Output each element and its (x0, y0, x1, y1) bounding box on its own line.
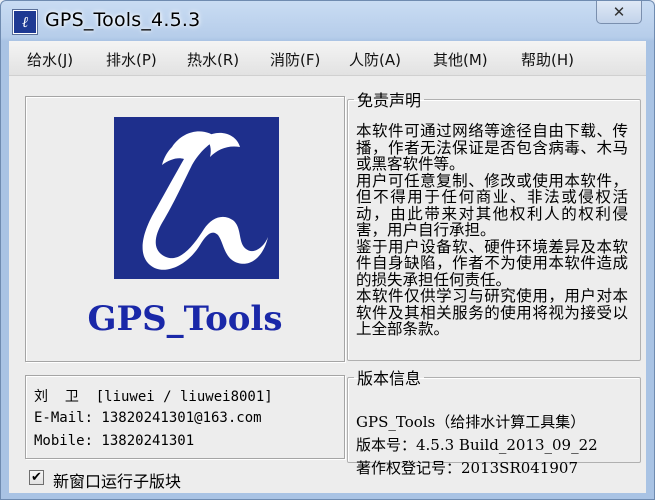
title-bar[interactable]: ℓ GPS_Tools_4.5.3 ✕ (1, 1, 654, 41)
close-button[interactable]: ✕ (596, 1, 642, 24)
menu-item-fire[interactable]: 消防(F) (270, 49, 320, 70)
menu-item-civil-defense[interactable]: 人防(A) (349, 49, 401, 70)
menu-bar: 给水(J) 排水(P) 热水(R) 消防(F) 人防(A) 其他(M) 帮助(H… (9, 41, 646, 76)
app-logo-icon[interactable]: ℓ (13, 10, 37, 34)
client-area: 给水(J) 排水(P) 热水(R) 消防(F) 人防(A) 其他(M) 帮助(H… (9, 41, 646, 493)
menu-item-water-supply[interactable]: 给水(J) (27, 49, 73, 70)
disclaimer-paragraph: 本软件可通过网络等途径自由下载、传播，作者无法保证是否包含病毒、木马或黑客软件等… (356, 122, 628, 173)
disclaimer-group: 免责声明 本软件可通过网络等途径自由下载、传播，作者无法保证是否包含病毒、木马或… (347, 87, 641, 361)
product-line: GPS_Tools（给排水计算工具集） (356, 413, 586, 431)
menu-item-hot-water[interactable]: 热水(R) (187, 49, 239, 70)
version-legend: 版本信息 (357, 369, 422, 388)
author-email: E-Mail: 13820241301@163.com (34, 410, 262, 426)
version-group: 版本信息 GPS_Tools（给排水计算工具集） 版本号：4.5.3 Build… (347, 365, 641, 477)
disclaimer-paragraph: 用户可任意复制、修改或使用本软件，但不得用于任何商业、非法或侵权活动，由此带来对… (356, 171, 628, 239)
calligraphy-logo-icon (142, 131, 268, 270)
window-title: GPS_Tools_4.5.3 (45, 9, 201, 31)
menu-item-drainage[interactable]: 排水(P) (106, 49, 157, 70)
version-number: 版本号：4.5.3 Build_2013_09_22 (356, 436, 598, 454)
new-window-label[interactable]: 新窗口运行子版块 (53, 468, 181, 492)
author-name: 刘 卫 [liuwei / liuwei8001] (34, 389, 273, 405)
contact-panel: 刘 卫 [liuwei / liuwei8001] E-Mail: 138202… (25, 375, 345, 459)
new-window-checkbox[interactable]: ✔ (29, 470, 44, 485)
disclaimer-legend: 免责声明 (357, 91, 422, 110)
menu-item-help[interactable]: 帮助(H) (521, 49, 574, 70)
disclaimer-paragraph: 本软件仅供学习与研究使用，用户对本软件及其相关服务的使用将视为接受以上全部条款。 (356, 287, 628, 338)
logo-panel: GPS_Tools (25, 96, 345, 362)
copyright-registration: 著作权登记号：2013SR041907 (356, 459, 579, 477)
app-window: ℓ GPS_Tools_4.5.3 ✕ 给水(J) 排水(P) 热水(R) 消防… (0, 0, 655, 500)
author-mobile: Mobile: 13820241301 (34, 433, 195, 449)
brand-name: GPS_Tools (87, 299, 283, 339)
disclaimer-text: 本软件可通过网络等途径自由下载、传播，作者无法保证是否包含病毒、木马或黑客软件等… (356, 123, 628, 338)
disclaimer-paragraph: 鉴于用户设备软、硬件环境差异及本软件自身缺陷，作者不为使用本软件造成的损失承担任… (356, 237, 628, 289)
menu-item-other[interactable]: 其他(M) (433, 49, 488, 70)
app-logo (114, 117, 279, 279)
